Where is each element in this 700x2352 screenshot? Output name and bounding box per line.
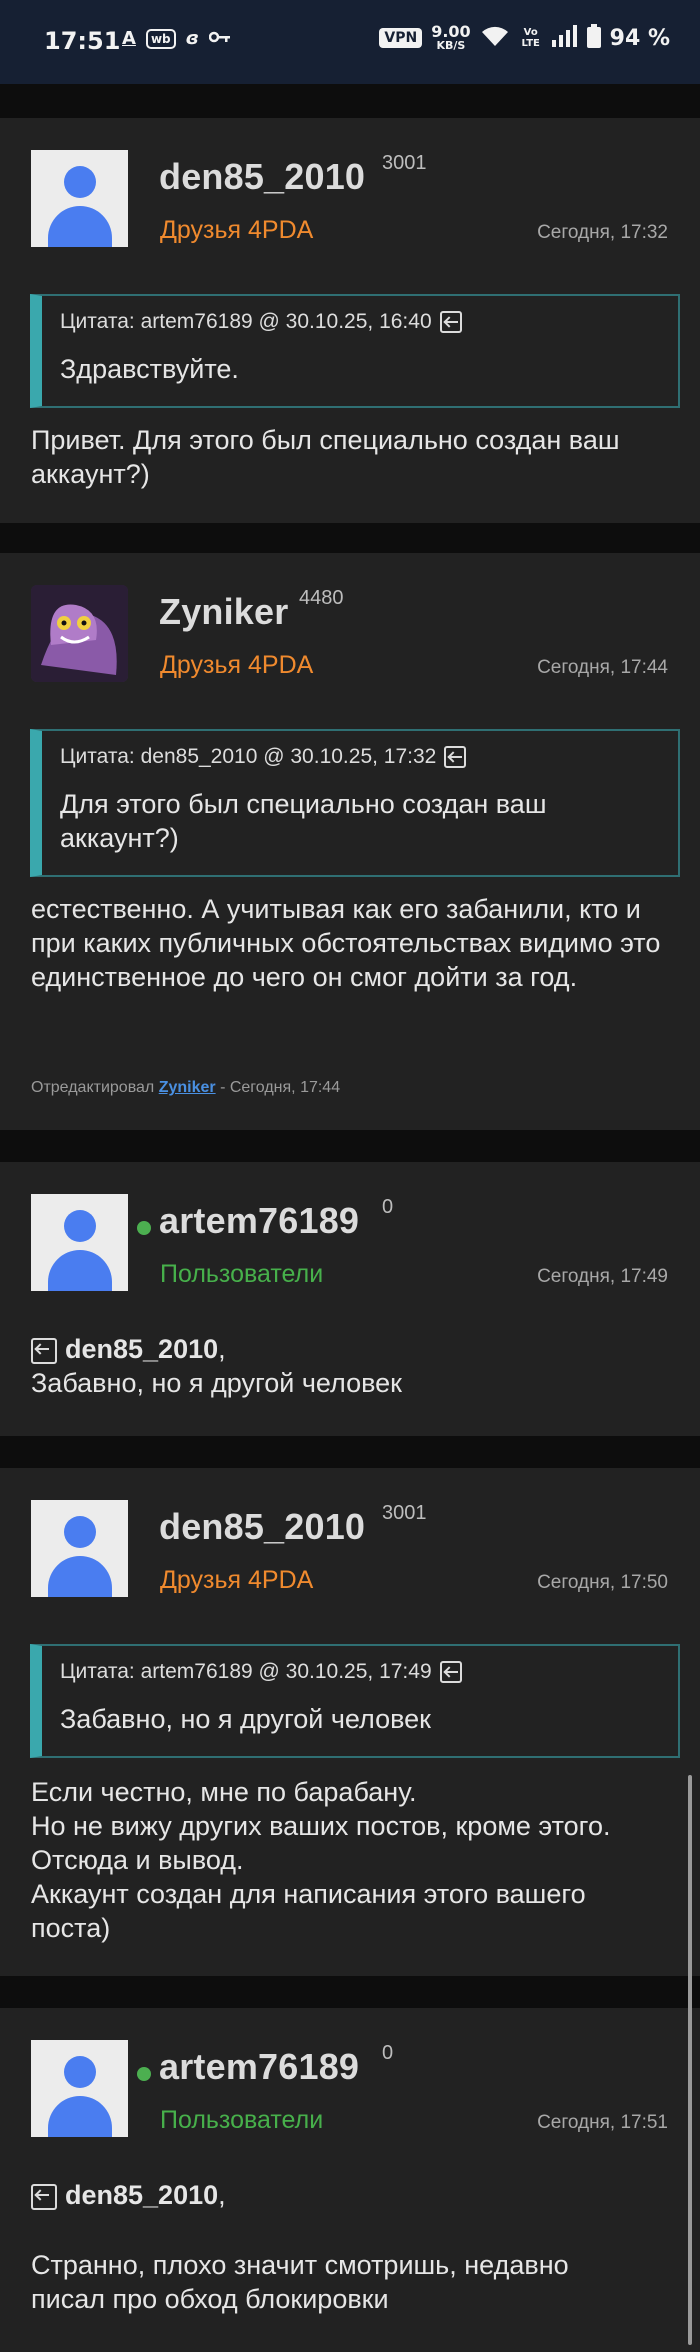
user-group: Друзья 4PDA (160, 1566, 314, 1594)
user-group: Пользователи (160, 2106, 324, 2134)
post-message: Забавно, но я другой человек (31, 1368, 402, 1398)
avatar[interactable] (31, 150, 128, 247)
battery-percent: 94 % (609, 25, 670, 51)
clock: 17:51 (44, 27, 121, 55)
quote-header: Цитата: artem76189 @ 30.10.25, 17:49 (60, 1660, 432, 1683)
reputation-count: 3001 (382, 152, 427, 174)
scrollbar[interactable] (688, 1775, 692, 2345)
network-speed: 9.00 KB/S (431, 24, 470, 52)
quote-block: Цитата: artem76189 @ 30.10.25, 17:49 Заб… (30, 1644, 680, 1758)
speed-value: 9.00 (431, 22, 471, 41)
jump-to-quote-icon[interactable] (439, 311, 462, 334)
message-line: Но не вижу других ваших постов, кроме эт… (31, 1811, 611, 1841)
speed-unit: KB/S (436, 39, 466, 52)
post-date: Сегодня, 17:51 (537, 2112, 668, 2133)
jump-to-quote-icon[interactable] (444, 746, 467, 769)
avatar[interactable] (31, 2040, 128, 2137)
user-group: Пользователи (160, 1260, 324, 1288)
quote-text: Здравствуйте. (60, 354, 239, 384)
reputation-count: 3001 (382, 1502, 427, 1524)
vpn-icon: VPN (379, 28, 423, 48)
key-icon (208, 28, 231, 49)
mention-user[interactable]: den85_2010 (65, 1334, 218, 1364)
post-message: естественно. А учитывая как его забанили… (31, 894, 661, 992)
quote-text: Забавно, но я другой человек (60, 1704, 431, 1734)
app-notification-icon: ɞ (185, 28, 199, 49)
jump-to-post-icon[interactable] (31, 1337, 57, 1364)
user-group: Друзья 4PDA (160, 651, 314, 679)
post-date: Сегодня, 17:32 (537, 222, 668, 243)
post-date: Сегодня, 17:44 (537, 657, 668, 678)
online-status-indicator (137, 2067, 151, 2081)
reputation-count: 0 (382, 2042, 394, 2064)
avatar[interactable] (31, 1194, 128, 1291)
message-line: Аккаунт создан для написания этого вашег… (31, 1879, 586, 1943)
edited-time: - Сегодня, 17:44 (220, 1079, 341, 1096)
username[interactable]: Zyniker (159, 591, 288, 633)
status-right: VPN 9.00 KB/S Vo LTE 94 % (379, 24, 670, 52)
message-line: Если честно, мне по барабану. (31, 1777, 417, 1807)
post: Zyniker 4480 Друзья 4PDA Сегодня, 17:44 … (0, 553, 700, 1130)
signal-icon (551, 25, 578, 51)
post-message: Если честно, мне по барабану. Но не вижу… (31, 1775, 671, 1945)
mention-user[interactable]: den85_2010 (65, 2180, 218, 2210)
reply-mention: den85_2010, (31, 2178, 226, 2212)
avatar[interactable] (31, 1500, 128, 1597)
user-group: Друзья 4PDA (160, 216, 314, 244)
edited-by-link[interactable]: Zyniker (159, 1079, 216, 1096)
edited-note: Отредактировал Zyniker - Сегодня, 17:44 (31, 1079, 340, 1097)
post: den85_2010 3001 Друзья 4PDA Сегодня, 17:… (0, 118, 700, 523)
post-date: Сегодня, 17:49 (537, 1266, 668, 1287)
avatar[interactable] (31, 585, 128, 682)
reputation-count: 0 (382, 1196, 394, 1218)
username[interactable]: artem76189 (159, 1200, 359, 1242)
post-date: Сегодня, 17:50 (537, 1572, 668, 1593)
wifi-icon (480, 24, 510, 52)
post: artem76189 0 Пользователи Сегодня, 17:51… (0, 2008, 700, 2352)
quote-block: Цитата: artem76189 @ 30.10.25, 16:40 Здр… (30, 294, 680, 408)
username[interactable]: artem76189 (159, 2046, 359, 2088)
post-message: Привет. Для этого был специально создан … (31, 425, 620, 489)
battery-icon (586, 24, 601, 52)
post: den85_2010 3001 Друзья 4PDA Сегодня, 17:… (0, 1468, 700, 1976)
jump-to-quote-icon[interactable] (439, 1661, 462, 1684)
status-bar: 17:51 A wb ɞ VPN 9.00 KB/S Vo LTE 94 % (0, 0, 700, 84)
notification-icons: A wb ɞ (122, 28, 231, 49)
username[interactable]: den85_2010 (159, 156, 365, 198)
online-status-indicator (137, 1221, 151, 1235)
reputation-count: 4480 (299, 587, 344, 609)
wb-notification-icon: wb (145, 28, 176, 49)
jump-to-post-icon[interactable] (31, 2183, 57, 2210)
reply-mention: den85_2010, (31, 1332, 226, 1366)
edited-label: Отредактировал (31, 1079, 155, 1096)
a-notification-icon: A (122, 28, 136, 49)
quote-header: Цитата: artem76189 @ 30.10.25, 16:40 (60, 310, 432, 333)
volte-icon: Vo LTE (521, 27, 540, 49)
username[interactable]: den85_2010 (159, 1506, 365, 1548)
quote-header: Цитата: den85_2010 @ 30.10.25, 17:32 (60, 745, 437, 768)
post-message: Странно, плохо значит смотришь, недавно … (31, 2250, 569, 2314)
quote-text: Для этого был специально создан ваш акка… (60, 789, 547, 853)
post: artem76189 0 Пользователи Сегодня, 17:49… (0, 1162, 700, 1436)
quote-block: Цитата: den85_2010 @ 30.10.25, 17:32 Для… (30, 729, 680, 877)
message-line: Отсюда и вывод. (31, 1845, 244, 1875)
